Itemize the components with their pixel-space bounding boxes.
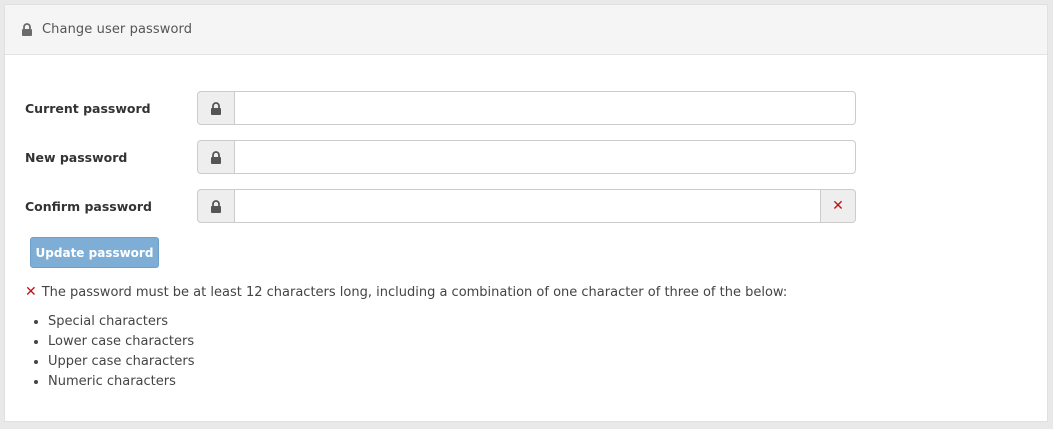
new-password-input[interactable] [234,140,856,174]
requirement-text: The password must be at least 12 charact… [41,284,788,300]
change-password-panel: Change user password Current password Ne… [4,4,1048,422]
confirm-password-label: Confirm password [25,198,152,214]
lock-icon [20,23,34,37]
new-password-row: New password [25,140,857,174]
confirm-password-input[interactable] [234,189,821,223]
list-item: Upper case characters [48,352,195,372]
current-password-row: Current password [25,91,857,125]
current-password-input[interactable] [234,91,856,125]
list-item: Numeric characters [48,372,195,392]
close-icon: ✕ [821,189,856,223]
panel-title: Change user password [42,22,193,37]
current-password-label: Current password [25,100,151,116]
list-item: Lower case characters [48,332,195,352]
new-password-group [197,140,856,174]
confirm-password-row: Confirm password ✕ [25,189,857,223]
lock-icon [197,189,234,223]
lock-icon [197,140,234,174]
confirm-password-group: ✕ [197,189,856,223]
panel-header: Change user password [5,5,1047,55]
update-password-button[interactable]: Update password [30,237,159,268]
current-password-group [197,91,856,125]
rule-list: Special characters Lower case characters… [28,312,195,392]
new-password-label: New password [25,149,128,165]
list-item: Special characters [48,312,195,332]
password-requirement: ✕ The password must be at least 12 chara… [25,284,787,300]
close-icon: ✕ [25,284,37,300]
lock-icon [197,91,234,125]
